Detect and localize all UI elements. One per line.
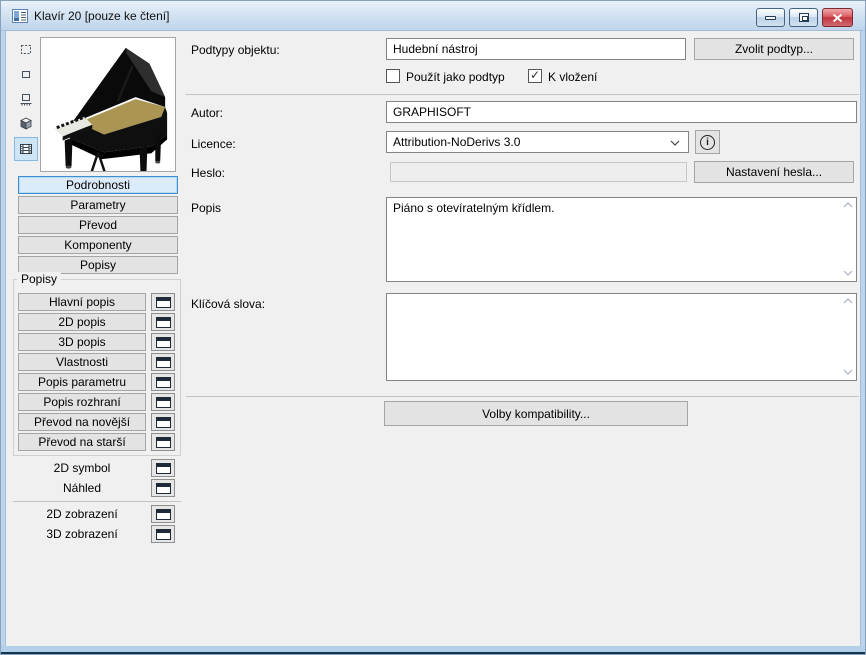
scroll-down-icon[interactable] <box>843 369 853 376</box>
window-icon <box>155 396 171 408</box>
script-button-3d-popis[interactable]: 3D popis <box>18 333 146 351</box>
keywords-textarea[interactable] <box>386 293 857 381</box>
film-preview-icon[interactable] <box>14 137 38 161</box>
open-window-button-prevod-na-novejsi[interactable] <box>151 413 175 431</box>
object-preview <box>40 37 176 180</box>
info-icon: i <box>700 134 715 150</box>
open-window-button-vlastnosti[interactable] <box>151 353 175 371</box>
license-label: Licence: <box>191 137 236 151</box>
window-icon <box>155 296 171 308</box>
section-divider <box>186 396 859 397</box>
maximize-button[interactable] <box>789 8 818 27</box>
minimize-icon <box>765 15 776 20</box>
scroll-up-icon[interactable] <box>843 298 853 305</box>
password-field <box>390 162 687 182</box>
window-icon <box>155 376 171 388</box>
open-window-button-3d-popis[interactable] <box>151 333 175 351</box>
sidebar-button-komponenty[interactable]: Komponenty <box>18 236 178 254</box>
compatibility-options-button[interactable]: Volby kompatibility... <box>384 401 688 426</box>
open-window-button-hlavni-popis[interactable] <box>151 293 175 311</box>
scroll-down-icon[interactable] <box>843 270 853 277</box>
license-value: Attribution-NoDerivs 3.0 <box>393 135 521 149</box>
label-2d-symbol: 2D symbol <box>53 461 111 475</box>
window-icon <box>155 416 171 428</box>
script-button-hlavni-popis[interactable]: Hlavní popis <box>18 293 146 311</box>
set-password-button[interactable]: Nastavení hesla... <box>694 161 854 183</box>
open-window-button-prevod-na-starsi[interactable] <box>151 433 175 451</box>
choose-subtype-button[interactable]: Zvolit podtyp... <box>694 38 854 60</box>
window-icon <box>155 462 171 474</box>
subtype-field[interactable]: Hudební nástroj <box>386 38 686 60</box>
open-window-button-3d-zobrazeni[interactable] <box>151 525 175 543</box>
subtype-label: Podtypy objektu: <box>191 43 280 57</box>
use-as-subtype-label: Použít jako podtyp <box>406 70 505 84</box>
window-icon <box>155 356 171 368</box>
sidebar-button-prevod[interactable]: Převod <box>18 216 178 234</box>
open-window-button-popis-parametru[interactable] <box>151 373 175 391</box>
checkmark-icon: ✓ <box>529 68 541 82</box>
open-window-button-popis-rozhrani[interactable] <box>151 393 175 411</box>
open-window-button-nahled[interactable] <box>151 479 175 497</box>
window-icon <box>155 336 171 348</box>
popisy-group-title: Popisy <box>17 272 62 286</box>
window-icon <box>155 316 171 328</box>
window-icon <box>155 528 171 540</box>
dialog-content: Podrobnosti Parametry Převod Komponenty … <box>6 31 860 646</box>
window-title: Klavír 20 [pouze ke čtení] <box>34 9 170 23</box>
stamp-icon[interactable] <box>18 91 34 107</box>
window-controls <box>756 8 853 27</box>
sidebar-divider <box>13 501 181 502</box>
chevron-down-icon <box>670 140 680 146</box>
titlebar[interactable]: Klavír 20 [pouze ke čtení] <box>1 1 865 31</box>
close-icon <box>832 13 843 22</box>
sidebar-button-podrobnosti[interactable]: Podrobnosti <box>18 176 178 194</box>
script-button-2d-popis[interactable]: 2D popis <box>18 313 146 331</box>
open-window-button-2d-popis[interactable] <box>151 313 175 331</box>
script-button-popis-rozhrani[interactable]: Popis rozhraní <box>18 393 146 411</box>
section-divider <box>186 94 859 95</box>
close-button[interactable] <box>822 8 853 27</box>
license-info-button[interactable]: i <box>695 130 720 154</box>
dialog-window: Klavír 20 [pouze ke čtení] Podrobnosti P… <box>0 0 866 655</box>
sidebar-button-parametry[interactable]: Parametry <box>18 196 178 214</box>
description-textarea[interactable]: Piáno s otevíratelným křídlem. <box>386 197 857 282</box>
window-icon <box>155 436 171 448</box>
description-label: Popis <box>191 201 222 215</box>
author-field[interactable]: GRAPHISOFT <box>386 101 857 123</box>
password-label: Heslo: <box>191 166 226 180</box>
window-icon <box>155 508 171 520</box>
script-button-popis-parametru[interactable]: Popis parametru <box>18 373 146 391</box>
label-2d-zobrazeni: 2D zobrazení <box>46 507 118 521</box>
script-button-prevod-na-starsi[interactable]: Převod na starší <box>18 433 146 451</box>
minimize-button[interactable] <box>756 8 785 27</box>
placeable-label: K vložení <box>548 70 598 84</box>
maximize-icon <box>798 13 809 22</box>
grand-piano-image <box>54 47 168 180</box>
label-nahled: Náhled <box>62 481 102 495</box>
license-dropdown[interactable]: Attribution-NoDerivs 3.0 <box>386 131 689 153</box>
open-window-button-2d-symbol[interactable] <box>151 459 175 477</box>
app-icon <box>12 8 28 24</box>
author-label: Autor: <box>191 106 224 120</box>
frame-icon[interactable] <box>18 66 34 82</box>
description-text: Piáno s otevíratelným křídlem. <box>393 201 555 215</box>
script-button-vlastnosti[interactable]: Vlastnosti <box>18 353 146 371</box>
label-3d-zobrazeni: 3D zobrazení <box>46 527 118 541</box>
scroll-up-icon[interactable] <box>843 202 853 209</box>
dashed-frame-icon[interactable] <box>18 41 34 57</box>
placeable-checkbox[interactable]: ✓ <box>528 69 542 83</box>
open-window-button-2d-zobrazeni[interactable] <box>151 505 175 523</box>
window-icon <box>155 482 171 494</box>
keywords-label: Klíčová slova: <box>191 297 266 311</box>
use-as-subtype-checkbox[interactable]: ✓ <box>386 69 400 83</box>
script-button-prevod-na-novejsi[interactable]: Převod na novější <box>18 413 146 431</box>
cube-3d-icon[interactable] <box>18 116 34 132</box>
